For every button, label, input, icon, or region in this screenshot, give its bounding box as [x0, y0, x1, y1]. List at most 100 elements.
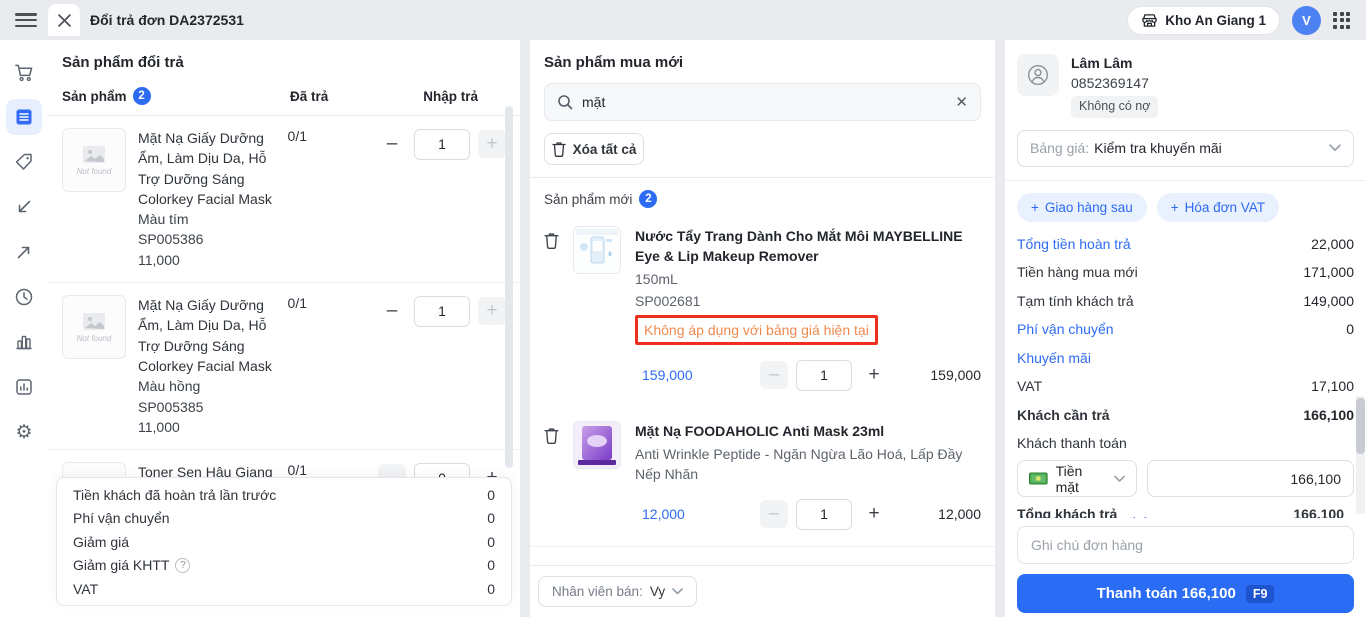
qty-minus-button[interactable]: – [378, 130, 406, 158]
customer-phone: 0852369147 [1071, 74, 1149, 91]
debt-status-badge: Không có nợ [1071, 96, 1159, 118]
promotion-link[interactable]: Khuyến mãi [1017, 350, 1091, 366]
product-name: Mặt Nạ Giấy Dưỡng Ẩm, Làm Dịu Da, Hỗ Trợ… [138, 297, 272, 374]
col-product-label: Sản phẩm [62, 88, 127, 104]
new-products-badge: 2 [639, 190, 658, 208]
sidebar: ⚙ [0, 40, 48, 617]
return-row: Not found Mặt Nạ Giấy Dưỡng Ẩm, Làm Dịu … [48, 283, 520, 451]
product-price: 11,000 [138, 251, 180, 268]
qty-plus-button[interactable]: + [478, 130, 506, 158]
payment-amount-input[interactable] [1147, 460, 1354, 498]
purchase-row: Nước Tẩy Trang Dành Cho Mắt Môi MAYBELLI… [530, 214, 995, 351]
chevron-down-icon [1329, 144, 1341, 152]
seller-bar: Nhân viên bán: Vy [530, 565, 995, 617]
pos-return-screen: Đổi trả đơn DA2372531 Kho An Giang 1 V ⚙… [0, 0, 1366, 617]
purchase-row-pricing: 12,000 – + 12,000 [530, 490, 995, 548]
product-sku: SP005385 [138, 398, 204, 415]
sidebar-item-invoices[interactable] [6, 99, 42, 135]
checkout-panel: Lâm Lâm 0852369147 Không có nợ Bảng giá:… [1005, 40, 1366, 617]
product-image [573, 421, 621, 470]
menu-icon[interactable] [15, 13, 37, 27]
return-summary-card: Tiền khách đã hoàn trả lần trước 0 Phí v… [56, 477, 512, 606]
summary-row: VAT 0 [73, 580, 495, 597]
customer-card: Lâm Lâm 0852369147 Không có nợ [1017, 54, 1354, 118]
hotkey-badge: F9 [1245, 584, 1275, 603]
sidebar-item-pricetag[interactable] [6, 144, 42, 180]
qty-plus-button[interactable]: + [478, 297, 506, 326]
return-list-scrollbar[interactable] [505, 106, 513, 468]
close-tab-button[interactable] [48, 4, 80, 36]
product-sku: SP005386 [138, 231, 204, 248]
photo-icon [83, 312, 105, 330]
search-input[interactable] [582, 94, 947, 110]
page-title: Đổi trả đơn DA2372531 [90, 12, 244, 28]
unit-price-link[interactable]: 12,000 [642, 506, 760, 522]
seller-dropdown[interactable]: Nhân viên bán: Vy [538, 576, 698, 607]
clear-search-icon[interactable]: ✕ [955, 93, 968, 111]
product-image [573, 226, 621, 274]
payment-method-dropdown[interactable]: Tiền mặt [1017, 460, 1137, 498]
return-panel: Sản phẩm đổi trả Sản phẩm 2 Đã trả Nhập … [48, 40, 520, 617]
trash-icon [544, 233, 559, 249]
payment-label: Khách thanh toán [1017, 435, 1127, 452]
sidebar-item-reports[interactable] [6, 369, 42, 405]
qty-plus-button[interactable]: + [860, 361, 888, 389]
qty-input[interactable] [796, 498, 852, 530]
sidebar-item-goods-out[interactable] [6, 234, 42, 270]
product-name: Mặt Nạ Giấy Dưỡng Ẩm, Làm Dịu Da, Hỗ Trợ… [138, 130, 272, 207]
customer-name: Lâm Lâm [1071, 55, 1133, 71]
sidebar-item-charts[interactable] [6, 324, 42, 360]
refund-total-link[interactable]: Tổng tiền hoàn trả [1017, 236, 1131, 252]
total-row: Tiền hàng mua mới 171,000 [1017, 264, 1354, 281]
col-returned-label: Đã trả [290, 88, 329, 104]
avatar[interactable]: V [1292, 5, 1321, 35]
qty-input[interactable] [414, 128, 470, 160]
new-products-label: Sản phẩm mới 2 [530, 178, 995, 214]
qty-input[interactable] [414, 295, 470, 327]
checkout-scrollbar[interactable] [1356, 398, 1365, 454]
qty-minus-button[interactable]: – [760, 361, 788, 390]
remove-item-button[interactable] [544, 232, 559, 345]
clear-all-button[interactable]: Xóa tất cả [544, 133, 644, 165]
summary-row: Giảm giá 0 [73, 533, 495, 550]
trash-icon [551, 142, 566, 157]
pricebook-dropdown[interactable]: Bảng giá: Kiểm tra khuyến mãi [1017, 129, 1354, 167]
sidebar-item-goods-in[interactable] [6, 189, 42, 225]
person-icon [1027, 64, 1049, 86]
pay-button[interactable]: Thanh toán 166,100 F9 [1017, 574, 1354, 613]
apps-grid-icon[interactable] [1333, 11, 1350, 29]
clock-icon [15, 288, 33, 306]
total-row: Tạm tính khách trả 149,000 [1017, 292, 1354, 309]
unit-price-link[interactable]: 159,000 [642, 367, 760, 383]
qty-plus-button[interactable]: + [860, 500, 888, 528]
qty-minus-button[interactable]: – [760, 500, 788, 529]
cart-icon [14, 64, 32, 81]
payment-method-value: Tiền mặt [1055, 462, 1083, 495]
product-sku: SP002681 [635, 292, 701, 309]
qty-minus-button[interactable]: – [378, 297, 406, 325]
sidebar-item-settings[interactable]: ⚙ [6, 414, 42, 450]
product-image-placeholder: Not found [62, 128, 126, 192]
topbar: Đổi trả đơn DA2372531 Kho An Giang 1 V [0, 0, 1366, 40]
sidebar-item-cart[interactable] [6, 54, 42, 90]
sidebar-item-history[interactable] [6, 279, 42, 315]
chevron-down-icon [672, 588, 683, 595]
branch-selector[interactable]: Kho An Giang 1 [1127, 5, 1280, 35]
deliver-later-button[interactable]: + Giao hàng sau [1017, 192, 1147, 222]
photo-icon [83, 145, 105, 163]
return-columns-header: Sản phẩm 2 Đã trả Nhập trả [48, 81, 520, 116]
product-price: 11,000 [138, 418, 180, 435]
branch-name: Kho An Giang 1 [1165, 12, 1266, 28]
purchase-panel: Sản phẩm mua mới ✕ Xóa tất cả Sản phẩm m… [530, 40, 995, 617]
total-row: VAT 17,100 [1017, 378, 1354, 395]
shipping-fee-link[interactable]: Phí vận chuyển [1017, 321, 1114, 337]
qty-input[interactable] [796, 359, 852, 391]
customer-avatar [1017, 54, 1059, 96]
order-note-input[interactable] [1017, 526, 1354, 564]
remove-item-button[interactable] [544, 427, 559, 484]
totals-list: Tổng tiền hoàn trả 22,000 Tiền hàng mua … [1017, 230, 1354, 430]
seller-name: Vy [649, 584, 666, 599]
help-icon[interactable]: ? [175, 557, 191, 573]
vat-invoice-button[interactable]: + Hóa đơn VAT [1156, 192, 1279, 222]
product-search: ✕ [544, 83, 981, 121]
